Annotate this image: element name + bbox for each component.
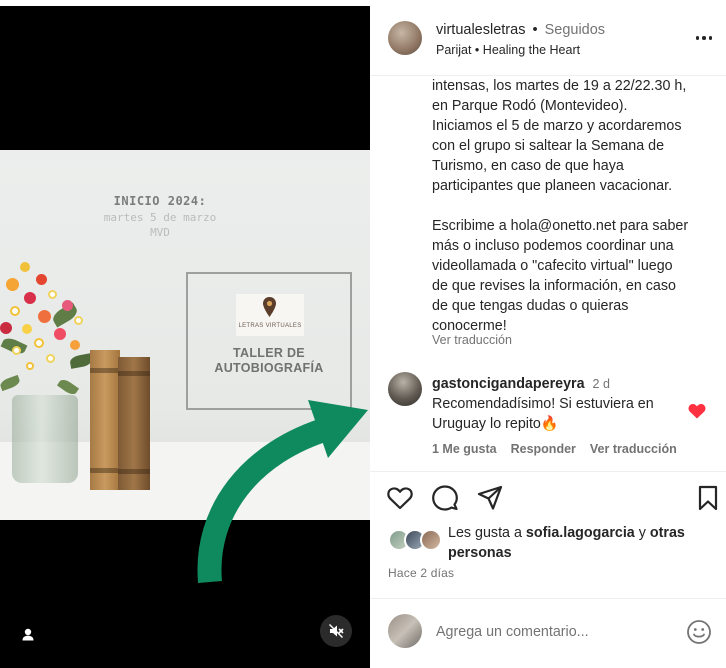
comment-reply-button[interactable]: Responder: [511, 442, 576, 456]
mute-button[interactable]: [320, 615, 352, 647]
taller-frame: LETRAS VIRTUALES TALLER DE AUTOBIOGRAFÍA: [186, 272, 352, 410]
glass-vase: [12, 395, 78, 483]
flower: [22, 324, 32, 334]
book-band: [90, 368, 120, 373]
comment-text-line: Recomendadísimo! Si estuviera en: [432, 396, 654, 412]
caption-line: de que tengas dudas o quieras: [432, 298, 629, 314]
taller-title: TALLER DE AUTOBIOGRAFÍA: [188, 346, 350, 376]
bookmark-icon[interactable]: [694, 484, 722, 512]
follow-status[interactable]: Seguidos: [545, 22, 605, 38]
caption-line: intensas, los martes de 19 a 22/22.30 h,: [432, 78, 687, 94]
author-line: virtualesletras • Seguidos: [436, 22, 605, 38]
flower: [62, 300, 73, 311]
post-caption: intensas, los martes de 19 a 22/22.30 h,…: [432, 76, 717, 336]
like-heart-icon[interactable]: [386, 484, 414, 512]
flower: [36, 274, 47, 285]
emoji-icon[interactable]: [686, 619, 712, 645]
flower: [34, 338, 44, 348]
flower: [10, 306, 20, 316]
comment-likes-count[interactable]: 1 Me gusta: [432, 442, 497, 456]
caption-line: Escribime a hola@onetto.net para saber: [432, 218, 689, 234]
media-viewer[interactable]: INICIO 2024: martes 5 de marzo MVD LETRA…: [0, 0, 370, 668]
flower: [20, 262, 30, 272]
book-band: [90, 468, 120, 473]
flower: [54, 328, 66, 340]
likes-prefix: Les gusta a: [448, 525, 522, 541]
likes-summary: Les gusta a sofia.lagogarcia y otras per…: [388, 523, 718, 563]
caption-line: participantes que planeen vacacionar.: [432, 178, 673, 194]
book: [118, 357, 150, 490]
taller-line-1: TALLER DE: [233, 346, 305, 360]
book-band: [118, 469, 150, 474]
liker-avatar[interactable]: [420, 529, 442, 551]
add-comment-bar: [370, 598, 726, 668]
flower: [24, 292, 36, 304]
inicio-title: INICIO 2024:: [113, 194, 207, 208]
separator-dot: •: [532, 22, 538, 38]
letras-virtuales-logo: LETRAS VIRTUALES: [236, 294, 304, 336]
audio-track: Healing the Heart: [482, 43, 581, 57]
more-icon-dot: [708, 36, 713, 40]
flower: [74, 316, 83, 325]
caption-line: Iniciamos el 5 de marzo y acordaremos: [432, 118, 682, 134]
mute-icon: [329, 624, 344, 638]
inicio-place: MVD: [150, 226, 170, 239]
book-band: [118, 371, 150, 376]
divider: [370, 471, 726, 472]
comment-input[interactable]: [436, 621, 666, 643]
logo-text: LETRAS VIRTUALES: [238, 323, 302, 329]
caption-line: de que revises la información, en caso: [432, 278, 676, 294]
post-action-bar: [370, 484, 726, 516]
caption-line: videollamada o "cafecito virtual" luego: [432, 258, 673, 274]
audio-artist: Parijat: [436, 43, 472, 57]
tagged-users-button[interactable]: [18, 625, 38, 645]
green-arrow-overlay: [197, 400, 368, 584]
more-icon-dot: [702, 36, 706, 40]
more-icon-dot: [695, 36, 700, 40]
inicio-date: martes 5 de marzo: [103, 211, 217, 224]
author-username[interactable]: virtualesletras: [436, 22, 525, 38]
post-header: virtualesletras • Seguidos Parijat • Hea…: [370, 6, 726, 76]
audio-line[interactable]: Parijat • Healing the Heart: [436, 43, 580, 57]
caption-line: Turismo, en caso de que haya: [432, 158, 624, 174]
commenter-username[interactable]: gastoncigandapereyra: [432, 376, 585, 392]
flower: [0, 322, 12, 334]
flower: [38, 310, 51, 323]
likes-conjunction: y: [638, 525, 646, 541]
flower: [6, 278, 19, 291]
share-icon[interactable]: [476, 484, 504, 512]
comment-see-translation[interactable]: Ver traducción: [590, 442, 677, 456]
comment-item: gastoncigandapereyra 2 d Recomendadísimo…: [370, 370, 726, 465]
comment-actions: 1 Me gusta Responder Ver traducción: [432, 442, 677, 456]
commenter-avatar[interactable]: [388, 372, 422, 406]
comment-body: gastoncigandapereyra 2 d Recomendadísimo…: [432, 374, 692, 434]
caption-line: con el grupo si saltear la Semana de: [432, 138, 665, 154]
comment-time: 2 d: [592, 377, 610, 391]
likes-user[interactable]: sofia.lagogarcia: [526, 525, 635, 541]
taller-line-2: AUTOBIOGRAFÍA: [214, 361, 324, 375]
caption-see-translation[interactable]: Ver traducción: [432, 333, 512, 347]
flower: [26, 362, 34, 370]
flower: [70, 340, 80, 350]
post-timestamp: Hace 2 días: [388, 566, 455, 580]
comment-icon[interactable]: [431, 484, 459, 512]
user-tag-icon: [22, 628, 34, 641]
caption-line: más o incluso podemos coordinar una: [432, 238, 674, 254]
location-pin-icon: [263, 297, 276, 317]
more-options-button[interactable]: [692, 30, 716, 46]
caption-line: en Parque Rodó (Montevideo).: [432, 98, 628, 114]
comment-like-heart-icon[interactable]: [688, 403, 706, 419]
flower: [46, 354, 55, 363]
book: [90, 350, 120, 490]
author-avatar[interactable]: [388, 21, 422, 55]
flower: [48, 290, 57, 299]
likes-text[interactable]: Les gusta a sofia.lagogarcia y otras per…: [448, 523, 718, 563]
post-panel: virtualesletras • Seguidos Parijat • Hea…: [370, 0, 726, 668]
top-strip: [0, 0, 370, 6]
comment-text-line: Uruguay lo repito🔥: [432, 416, 559, 432]
flower: [12, 346, 21, 355]
audio-separator: •: [474, 43, 480, 57]
current-user-avatar: [388, 614, 422, 648]
